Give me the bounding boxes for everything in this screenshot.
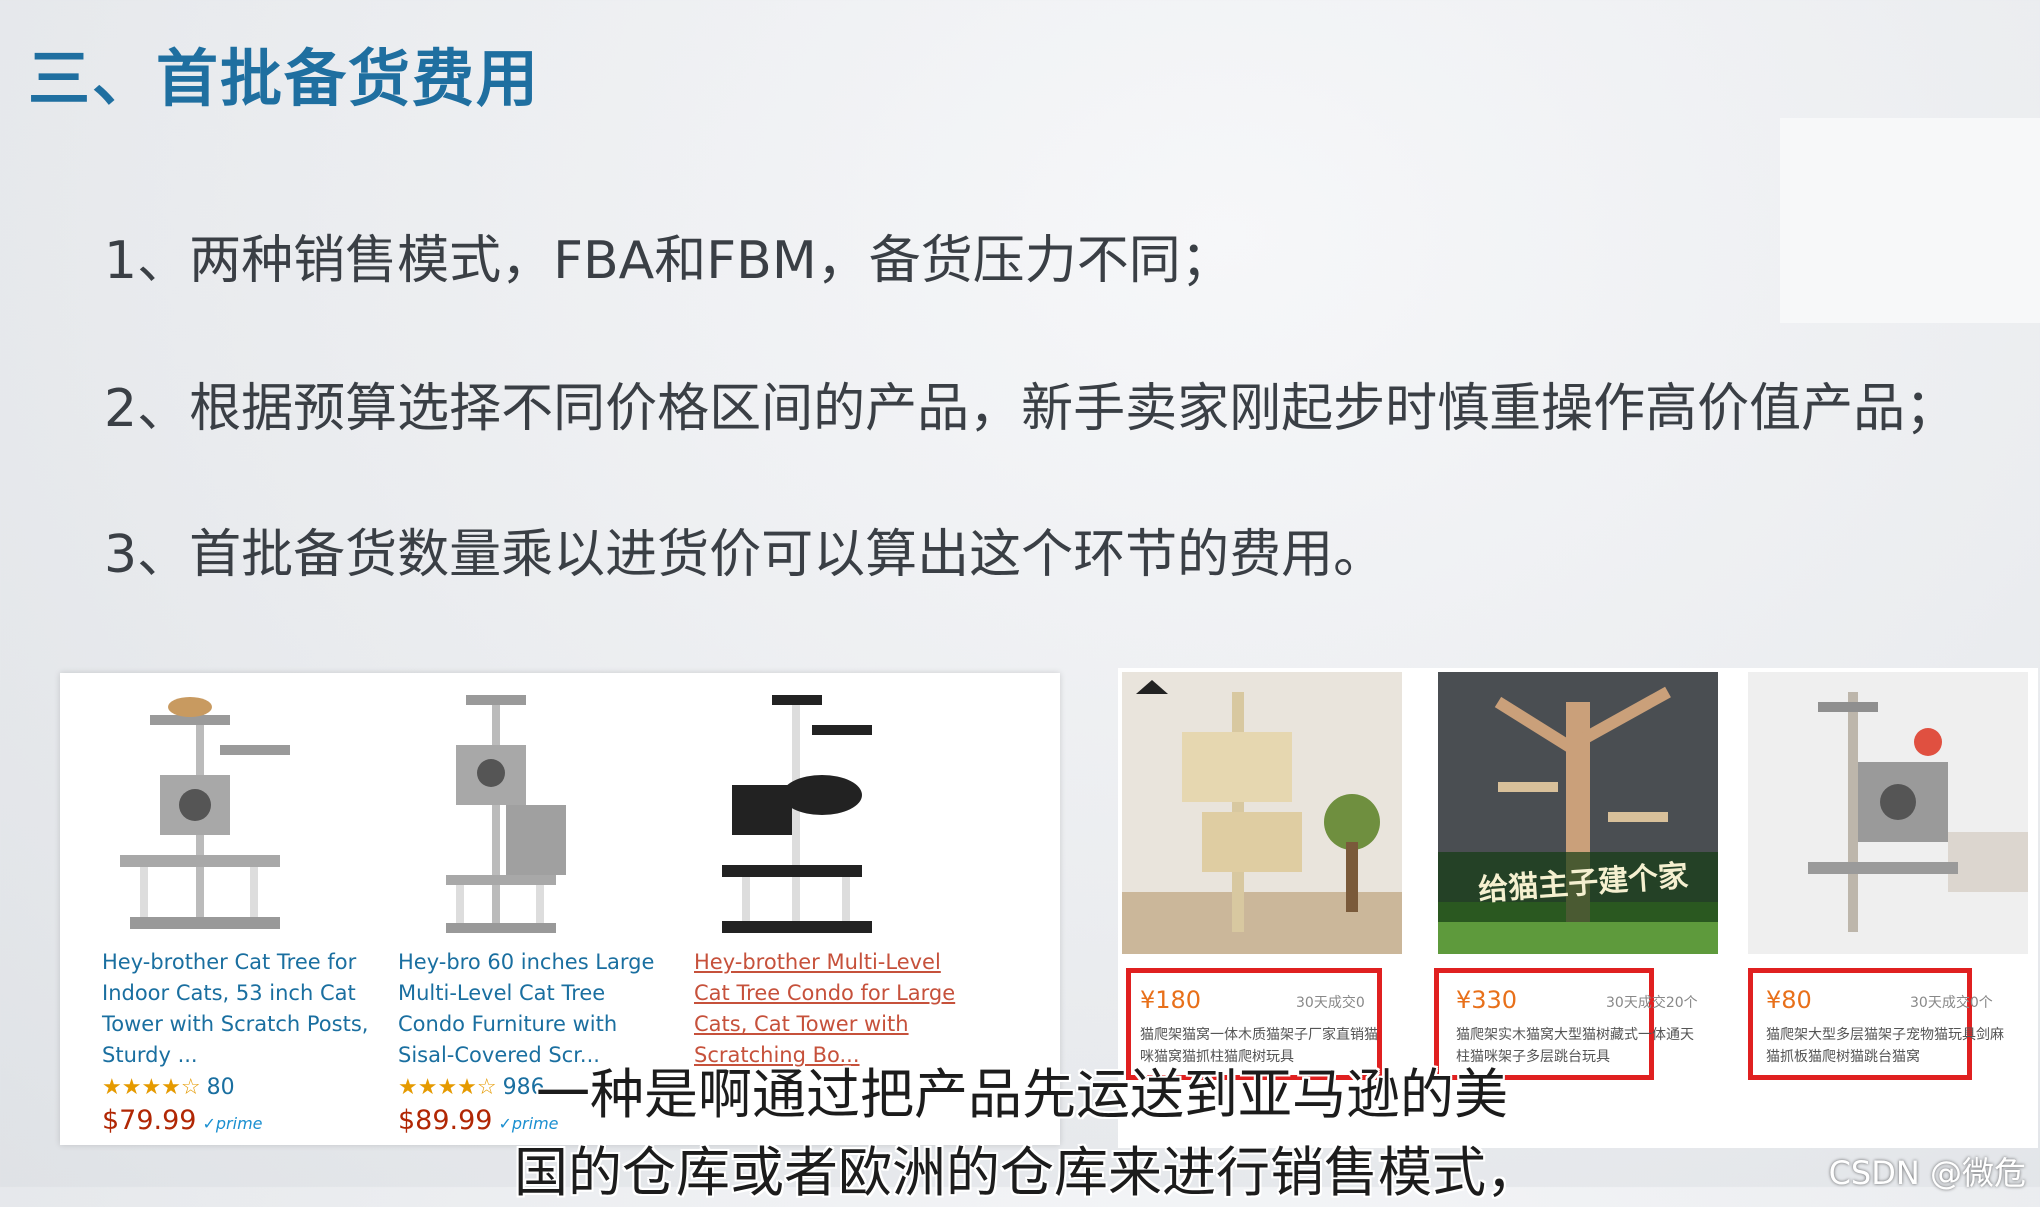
- cat-tree-icon: [1122, 672, 1402, 954]
- cat-tree-icon: [722, 695, 872, 933]
- sales-count: 30天成交20个: [1606, 995, 1698, 1011]
- watermark: CSDN @微危: [1828, 1154, 2026, 1192]
- product-price: ¥180: [1140, 986, 1202, 1014]
- stars: ★★★★☆: [398, 1075, 497, 1100]
- price-value: $89.99: [398, 1105, 493, 1136]
- product-desc[interactable]: 猫爬架大型多层猫架子宠物猫玩具剑麻猫抓板猫爬树猫跳台猫窝: [1766, 1024, 2016, 1068]
- product-title[interactable]: Hey-brother Cat Tree for Indoor Cats, 53…: [102, 947, 372, 1071]
- product-price: ¥330: [1456, 986, 1518, 1014]
- price-value: $79.99: [102, 1105, 197, 1136]
- product-price: $79.99 ✓prime: [102, 1105, 263, 1136]
- slide-title: 三、首批备货费用: [28, 42, 541, 115]
- cat-tree-icon: [120, 697, 290, 929]
- product-price: ¥80: [1766, 986, 1812, 1014]
- blank-patch: [1780, 118, 2040, 323]
- sales-count: 30天成交0个: [1910, 995, 1993, 1011]
- video-subtitle-line-2: 国的仓库或者欧洲的仓库来进行销售模式，: [514, 1141, 1540, 1204]
- cat-tree-icon: [1748, 672, 2028, 954]
- point-2: 2、根据预算选择不同价格区间的产品，新手卖家刚起步时慎重操作高价值产品；: [104, 379, 1958, 439]
- point-1: 1、两种销售模式，FBA和FBM，备货压力不同；: [104, 231, 1233, 291]
- video-subtitle-line-1: 一种是啊通过把产品先运送到亚马逊的美: [536, 1063, 1508, 1126]
- cat-tree-icon: [446, 695, 566, 933]
- stars: ★★★★☆: [102, 1075, 201, 1100]
- point-3: 3、首批备货数量乘以进货价可以算出这个环节的费用。: [104, 525, 1386, 585]
- sales-count: 30天成交0: [1296, 995, 1365, 1011]
- review-count[interactable]: 80: [207, 1075, 235, 1100]
- star-rating: ★★★★☆ 80: [102, 1075, 235, 1100]
- star-rating: ★★★★☆ 986: [398, 1075, 545, 1100]
- prime-badge: ✓prime: [202, 1114, 263, 1133]
- amazon-product-card[interactable]: Hey-brother Cat Tree for Indoor Cats, 53…: [60, 685, 368, 1136]
- supplier-product-card[interactable]: ¥80 30天成交0个 猫爬架大型多层猫架子宠物猫玩具剑麻猫抓板猫爬树猫跳台猫窝: [1744, 672, 2028, 1142]
